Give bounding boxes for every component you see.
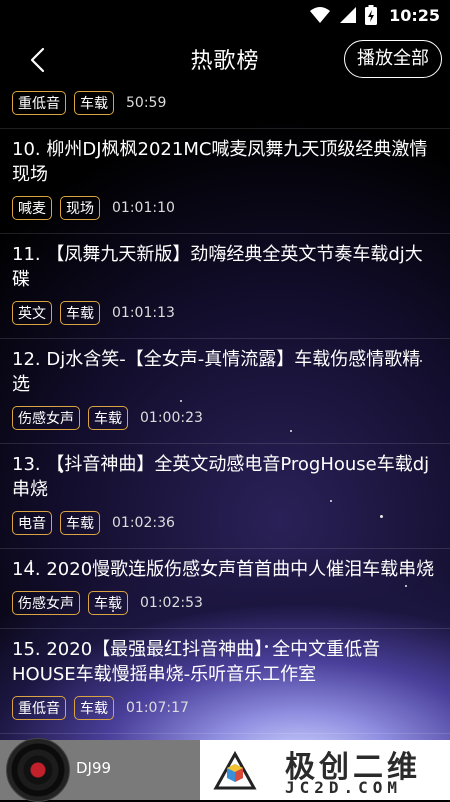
song-tag: 现场 [60, 196, 100, 220]
play-all-button[interactable]: 播放全部 [344, 40, 442, 78]
song-title: 13. 【抖音神曲】全英文动感电音ProgHouse车载dj串烧 [12, 454, 430, 500]
status-bar: 10:25 [0, 0, 450, 30]
song-tag: 车载 [88, 406, 128, 430]
wifi-icon [310, 7, 331, 23]
song-duration: 01:02:36 [112, 515, 175, 531]
song-tag: 重低音 [12, 91, 66, 115]
song-tag: 喊麦 [12, 196, 52, 220]
song-duration: 01:01:10 [112, 200, 175, 216]
song-title: 15. 2020【最强最红抖音神曲】全中文重低音HOUSE车载慢摇串烧-乐听音乐… [12, 639, 381, 685]
song-tag: 伤感女声 [12, 406, 80, 430]
song-title: 14. 2020慢歌连版伤感女声首首曲中人催泪车载串烧 [12, 559, 435, 580]
signal-icon [340, 7, 357, 23]
battery-charging-icon [365, 5, 378, 25]
player-track-name: DJ99 [76, 759, 112, 777]
song-tag: 车载 [88, 591, 128, 615]
header: 热歌榜 播放全部 [0, 30, 450, 88]
song-duration: 01:02:53 [140, 595, 203, 611]
watermark-subtitle: JC2D.COM [285, 778, 403, 797]
list-item[interactable]: 15. 2020【最强最红抖音神曲】全中文重低音HOUSE车载慢摇串烧-乐听音乐… [0, 629, 450, 734]
mini-player[interactable]: DJ99 [0, 738, 200, 802]
list-item[interactable]: 10. 柳州DJ枫枫2021MC喊麦凤舞九天顶级经典激情现场 喊麦 现场 01:… [0, 129, 450, 234]
song-tag: 英文 [12, 301, 52, 325]
song-tag: 重低音 [12, 696, 66, 720]
song-tag: 车载 [74, 696, 114, 720]
song-title: 10. 柳州DJ枫枫2021MC喊麦凤舞九天顶级经典激情现场 [12, 139, 428, 185]
list-item[interactable]: 11. 【凤舞九天新版】劲嗨经典全英文节奏车载dj大碟 英文 车载 01:01:… [0, 234, 450, 339]
song-tag: 伤感女声 [12, 591, 80, 615]
song-tag: 车载 [60, 301, 100, 325]
watermark: 极创二维 JC2D.COM [200, 740, 450, 800]
logo-icon [213, 750, 257, 790]
song-tag: 车载 [60, 511, 100, 535]
song-duration: 01:07:17 [126, 700, 189, 716]
list-item[interactable]: 重低音 车载 50:59 [0, 88, 450, 129]
vinyl-disc-icon[interactable] [6, 738, 70, 802]
song-list: 重低音 车载 50:59 10. 柳州DJ枫枫2021MC喊麦凤舞九天顶级经典激… [0, 86, 450, 740]
list-item[interactable]: 14. 2020慢歌连版伤感女声首首曲中人催泪车载串烧 伤感女声 车载 01:0… [0, 549, 450, 629]
song-tag: 车载 [74, 91, 114, 115]
song-duration: 01:01:13 [112, 305, 175, 321]
song-duration: 01:00:23 [140, 410, 203, 426]
song-title: 12. Dj水含笑-【全女声-真情流露】车载伤感情歌精选 [12, 349, 421, 395]
song-tag: 电音 [12, 511, 52, 535]
list-item[interactable]: 13. 【抖音神曲】全英文动感电音ProgHouse车载dj串烧 电音 车载 0… [0, 444, 450, 549]
song-title: 11. 【凤舞九天新版】劲嗨经典全英文节奏车载dj大碟 [12, 244, 423, 290]
list-item[interactable]: 12. Dj水含笑-【全女声-真情流露】车载伤感情歌精选 伤感女声 车载 01:… [0, 339, 450, 444]
song-duration: 50:59 [126, 95, 167, 111]
status-time: 10:25 [389, 5, 440, 25]
